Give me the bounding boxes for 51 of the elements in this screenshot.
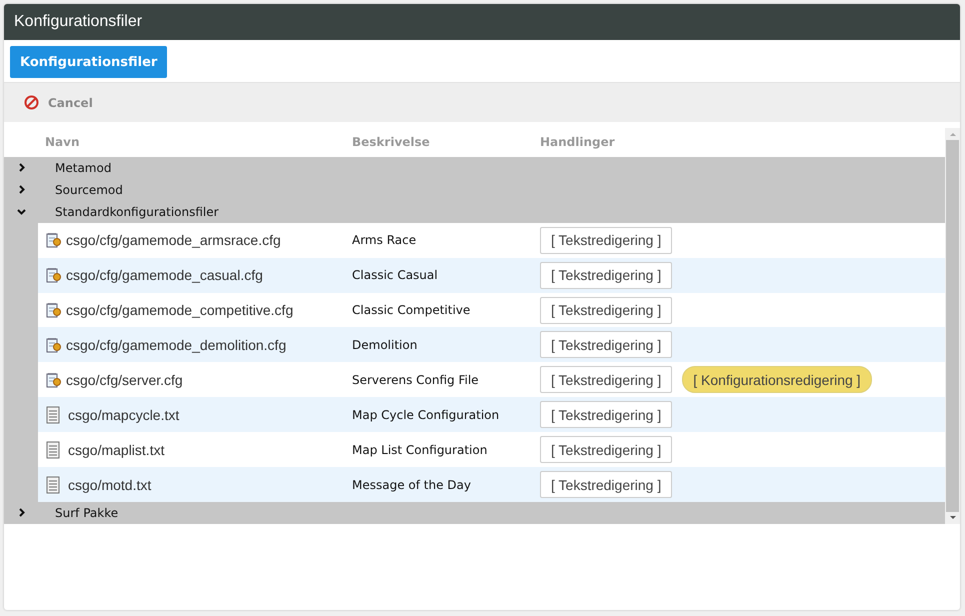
file-name: csgo/cfg/gamemode_competitive.cfg	[66, 302, 294, 318]
chevron-right-icon[interactable]	[17, 185, 26, 194]
column-header: Beskrivelse	[352, 135, 430, 150]
file-description: Demolition	[352, 338, 418, 352]
file-name: csgo/mapcycle.txt	[68, 406, 180, 423]
file-description: Message of the Day	[352, 478, 471, 492]
text-file-icon	[46, 440, 60, 459]
group-row[interactable]: Metamod	[4, 156, 945, 179]
group-row[interactable]: Standardkonfigurationsfiler	[4, 200, 945, 223]
file-name: csgo/cfg/gamemode_casual.cfg	[66, 267, 263, 284]
text-edit-button[interactable]: [ Tekstredigering ]	[540, 331, 672, 358]
file-edit-icon	[46, 372, 62, 388]
window-title: Konfigurationsfiler	[14, 13, 142, 31]
file-description: Map Cycle Configuration	[352, 408, 500, 422]
file-description: Serverens Config File	[352, 372, 479, 387]
file-name: csgo/cfg/gamemode_armsrace.cfg	[66, 232, 281, 248]
group-label: Standardkonfigurationsfiler	[55, 204, 219, 219]
file-name: csgo/cfg/server.cfg	[66, 372, 183, 388]
text-edit-button[interactable]: [ Tekstredigering ]	[540, 366, 672, 394]
text-edit-button[interactable]: [ Tekstredigering ]	[540, 436, 672, 464]
text-file-icon	[46, 476, 60, 494]
file-edit-icon	[46, 302, 62, 318]
text-edit-button[interactable]: [ Tekstredigering ]	[540, 226, 672, 254]
group-label: Sourcemod	[55, 182, 123, 197]
file-edit-icon	[46, 232, 62, 248]
group-row[interactable]: Sourcemod	[4, 178, 945, 201]
text-edit-button[interactable]: [ Tekstredigering ]	[540, 401, 672, 428]
text-edit-button[interactable]: [ Tekstredigering ]	[540, 296, 672, 324]
file-name: csgo/cfg/gamemode_demolition.cfg	[66, 336, 286, 353]
file-edit-icon	[46, 336, 62, 353]
text-file-icon	[46, 406, 60, 424]
group-label: Metamod	[55, 160, 112, 175]
file-description: Arms Race	[352, 233, 416, 248]
text-edit-button[interactable]: [ Tekstredigering ]	[540, 471, 672, 498]
file-description: Classic Competitive	[352, 303, 470, 317]
group-row[interactable]: Surf Pakke	[4, 502, 945, 524]
column-header: Handlinger	[540, 135, 615, 150]
file-name: csgo/motd.txt	[68, 476, 152, 493]
chevron-right-icon[interactable]	[17, 508, 26, 518]
file-name: csgo/maplist.txt	[68, 442, 164, 458]
chevron-right-icon[interactable]	[17, 163, 26, 172]
file-description: Map List Configuration	[352, 442, 488, 457]
scrollbar[interactable]	[945, 128, 960, 524]
group-label: Surf Pakke	[55, 506, 118, 520]
cancel-icon	[24, 95, 39, 110]
file-description: Classic Casual	[352, 268, 438, 282]
chevron-down-icon[interactable]	[17, 207, 26, 216]
text-edit-button[interactable]: [ Tekstredigering ]	[540, 262, 672, 289]
column-header: Navn	[45, 135, 80, 150]
config-edit-button[interactable]: [ Konfigurationsredigering ]	[682, 366, 872, 394]
file-edit-icon	[46, 267, 62, 284]
